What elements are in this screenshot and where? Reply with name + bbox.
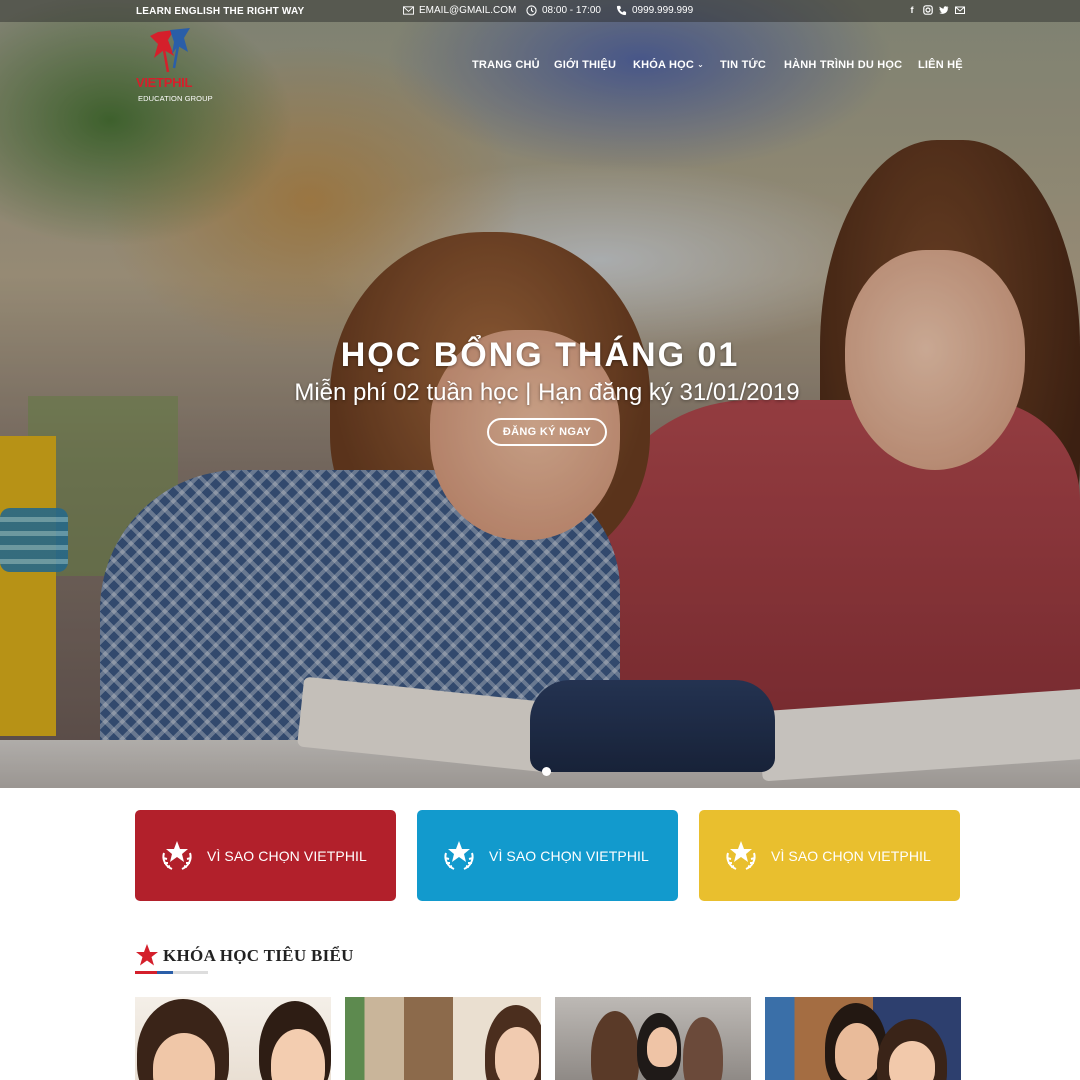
- laurel-star-icon: [162, 840, 192, 870]
- hero-subtitle: Miễn phí 02 tuần học | Hạn đăng ký 31/01…: [294, 379, 800, 406]
- underline-blue: [157, 971, 173, 974]
- nav-item-home[interactable]: TRANG CHỦ: [472, 59, 540, 71]
- course-photo-person: [591, 1011, 639, 1080]
- star-icon: [136, 944, 158, 966]
- course-photo-face: [835, 1023, 879, 1080]
- course-photo-face: [495, 1027, 539, 1080]
- top-bar: LEARN ENGLISH THE RIGHT WAY EMAIL@GMAIL.…: [0, 0, 1080, 22]
- envelope-icon: [403, 6, 414, 15]
- slider-dot-active[interactable]: [542, 767, 551, 776]
- clock-icon: [526, 5, 537, 16]
- hero-title: HỌC BỔNG THÁNG 01: [340, 336, 740, 374]
- nav-item-contact[interactable]: LIÊN HỆ: [918, 59, 963, 71]
- laurel-star-icon: [444, 840, 474, 870]
- nav-item-courses-label: KHÓA HỌC: [633, 59, 695, 71]
- facebook-icon[interactable]: f: [907, 5, 917, 15]
- course-card-1[interactable]: [135, 997, 331, 1080]
- nav-item-news[interactable]: TIN TỨC: [720, 59, 766, 71]
- mail-icon[interactable]: [955, 5, 965, 15]
- underline-red: [135, 971, 157, 974]
- contact-hours-text: 08:00 - 17:00: [542, 5, 601, 16]
- phone-icon: [616, 5, 627, 16]
- register-button[interactable]: ĐĂNG KÝ NGAY: [487, 418, 607, 446]
- section-title: KHÓA HỌC TIÊU BIỂU: [163, 946, 354, 965]
- logo-subtitle: EDUCATION GROUP: [138, 94, 213, 103]
- feature-label: VÌ SAO CHỌN VIETPHIL: [771, 847, 931, 864]
- contact-email-text: EMAIL@GMAIL.COM: [419, 5, 517, 16]
- course-card-4[interactable]: [765, 997, 961, 1080]
- main-nav: TRANG CHỦ GIỚI THIỆU KHÓA HỌC ⌄ TIN TỨC H…: [0, 59, 1080, 73]
- course-card-3[interactable]: [555, 997, 751, 1080]
- nav-item-courses[interactable]: KHÓA HỌC ⌄: [633, 59, 704, 71]
- feature-box-1[interactable]: VÌ SAO CHỌN VIETPHIL: [135, 810, 396, 901]
- nav-item-study-abroad[interactable]: HÀNH TRÌNH DU HỌC: [784, 59, 902, 71]
- instagram-icon[interactable]: [923, 5, 933, 15]
- tagline: LEARN ENGLISH THE RIGHT WAY: [136, 6, 305, 17]
- feature-box-3[interactable]: VÌ SAO CHỌN VIETPHIL: [699, 810, 960, 901]
- feature-label: VÌ SAO CHỌN VIETPHIL: [489, 847, 649, 864]
- course-photo-face: [647, 1027, 677, 1067]
- social-links: f: [907, 5, 965, 15]
- twitter-icon[interactable]: [939, 5, 949, 15]
- logo-brand: VIETPHIL: [136, 75, 193, 90]
- nav-item-about[interactable]: GIỚI THIỆU: [554, 59, 616, 71]
- section-underline: [135, 971, 208, 974]
- laurel-star-icon: [726, 840, 756, 870]
- chevron-down-icon: ⌄: [697, 60, 704, 69]
- course-photo-person: [683, 1017, 723, 1080]
- contact-phone[interactable]: 0999.999.999: [616, 5, 693, 16]
- course-card-2[interactable]: [345, 997, 541, 1080]
- feature-box-2[interactable]: VÌ SAO CHỌN VIETPHIL: [417, 810, 678, 901]
- feature-label: VÌ SAO CHỌN VIETPHIL: [207, 847, 367, 864]
- contact-email[interactable]: EMAIL@GMAIL.COM: [403, 5, 516, 16]
- contact-hours: 08:00 - 17:00: [526, 5, 601, 16]
- contact-phone-text: 0999.999.999: [632, 5, 694, 16]
